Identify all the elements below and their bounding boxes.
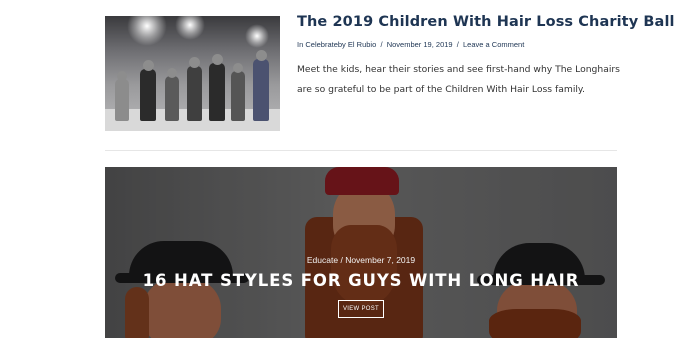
meta-separator: / bbox=[340, 255, 343, 265]
featured-post-date: November 7, 2019 bbox=[345, 255, 416, 265]
meta-prefix: In bbox=[297, 40, 304, 49]
child-head bbox=[117, 71, 127, 81]
child-head bbox=[256, 50, 267, 61]
child-head bbox=[212, 54, 223, 65]
view-post-button[interactable]: VIEW POST bbox=[338, 300, 384, 318]
child-figure bbox=[187, 66, 202, 121]
child-figure bbox=[209, 63, 225, 121]
featured-post-meta: Educate / November 7, 2019 bbox=[105, 255, 617, 265]
child-head bbox=[167, 68, 177, 78]
child-figure bbox=[165, 76, 179, 121]
stage-light bbox=[245, 24, 269, 48]
divider bbox=[105, 150, 617, 151]
post-card: The 2019 Children With Hair Loss Charity… bbox=[0, 0, 700, 150]
meta-by: by bbox=[337, 40, 346, 49]
child-figure bbox=[231, 71, 245, 121]
stage-light bbox=[175, 16, 205, 40]
comment-link[interactable]: Leave a Comment bbox=[463, 40, 524, 49]
child-head bbox=[189, 57, 200, 68]
stage-light bbox=[127, 16, 167, 46]
post-title[interactable]: The 2019 Children With Hair Loss Charity… bbox=[297, 14, 674, 30]
featured-category-link[interactable]: Educate bbox=[307, 255, 338, 265]
post-thumbnail[interactable] bbox=[105, 16, 280, 131]
author-link[interactable]: El Rubio bbox=[348, 40, 376, 49]
meta-separator: / bbox=[380, 40, 383, 49]
featured-post-banner[interactable]: Educate / November 7, 2019 16 HAT STYLES… bbox=[105, 167, 617, 338]
child-figure bbox=[140, 69, 156, 121]
featured-post-title[interactable]: 16 HAT STYLES FOR GUYS WITH LONG HAIR bbox=[105, 271, 617, 290]
post-meta: In Celebrateby El Rubio / November 19, 2… bbox=[297, 40, 524, 49]
child-head bbox=[143, 60, 154, 71]
category-link[interactable]: Celebrate bbox=[305, 40, 338, 49]
meta-separator: / bbox=[456, 40, 459, 49]
child-head bbox=[233, 63, 243, 73]
child-figure bbox=[115, 79, 129, 121]
post-date: November 19, 2019 bbox=[386, 40, 453, 49]
post-excerpt: Meet the kids, hear their stories and se… bbox=[297, 64, 620, 95]
child-figure bbox=[253, 59, 269, 121]
